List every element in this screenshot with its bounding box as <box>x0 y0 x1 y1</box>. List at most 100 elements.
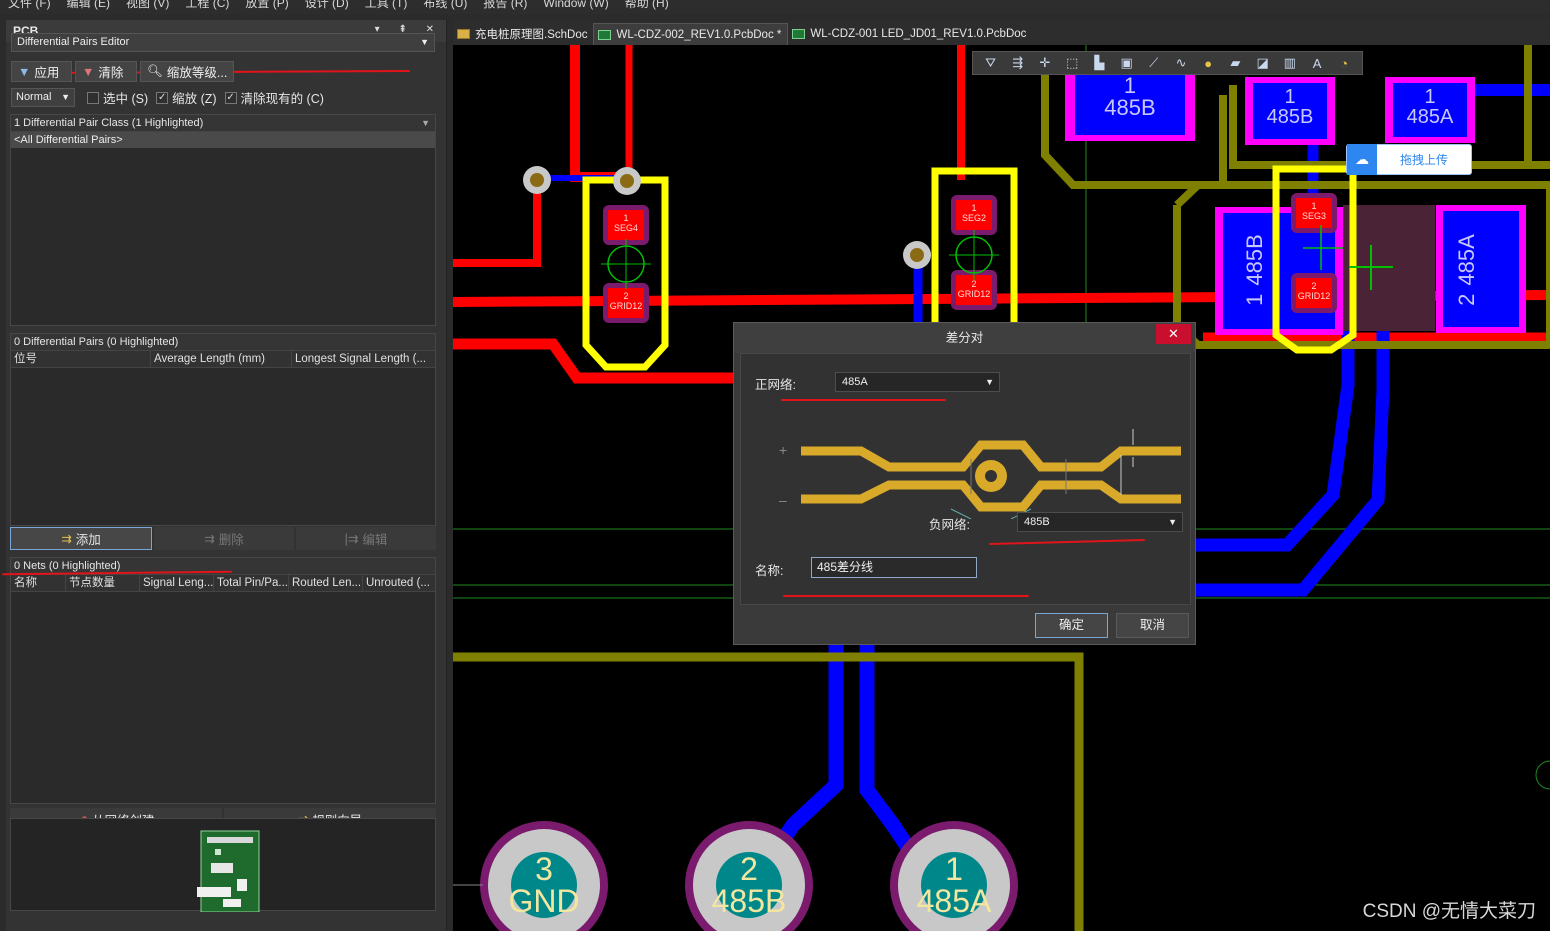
menu-project[interactable]: 工程 (C) <box>177 0 237 9</box>
document-tabs: 充电桩原理图.SchDoc WL-CDZ-002_REV1.0.PcbDoc *… <box>453 21 1550 45</box>
crosshair-icon[interactable]: ✛ <box>1036 55 1054 71</box>
edit-label: 编辑 <box>362 533 388 547</box>
apply-label: 应用 <box>34 66 60 80</box>
tab-pcb-active[interactable]: WL-CDZ-002_REV1.0.PcbDoc * <box>593 23 789 45</box>
ok-button[interactable]: 确定 <box>1035 613 1108 638</box>
pad-seg4-label: 1 SEG4 <box>608 213 644 233</box>
component-icon[interactable]: ▣ <box>1118 55 1136 71</box>
select-checkbox-label: 选中 (S) <box>103 92 149 106</box>
dimension-icon[interactable]: ◪ <box>1254 55 1272 71</box>
red-annotation-stroke <box>783 595 1029 597</box>
col-name[interactable]: 名称 <box>11 575 66 591</box>
magnifier-icon: 🔍︎ <box>147 64 163 78</box>
col-node-count[interactable]: 节点数量 <box>66 575 140 591</box>
col-longest-signal[interactable]: Longest Signal Length (... <box>292 351 435 367</box>
menu-view[interactable]: 视图 (V) <box>118 0 177 9</box>
menu-place[interactable]: 放置 (P) <box>237 0 296 9</box>
col-routed-length[interactable]: Routed Len... <box>289 575 363 591</box>
delete-button[interactable]: ⇉ 删除 <box>154 527 294 550</box>
polygon-icon[interactable]: ▰ <box>1226 55 1244 71</box>
big-pad-number: 2 <box>1454 293 1479 306</box>
pin-icon[interactable]: ● <box>1199 56 1217 71</box>
chart-icon[interactable]: ▥ <box>1281 55 1299 71</box>
filter-button-row: ▼ 应用 ▼ 清除 🔍︎ 缩放等级... <box>11 61 234 82</box>
pair-class-row[interactable]: <All Differential Pairs> <box>11 132 435 148</box>
chevron-down-icon: ▼ <box>985 377 994 387</box>
pcb-doc-icon <box>792 29 806 39</box>
col-unrouted[interactable]: Unrouted (... <box>363 575 435 591</box>
smd-net: 485B <box>1266 106 1314 128</box>
upload-badge[interactable]: ☁ 拖拽上传 <box>1346 144 1472 175</box>
panel-mode-dropdown[interactable]: Differential Pairs Editor ▼ <box>11 33 435 52</box>
select-checkbox[interactable]: 选中 (S) <box>87 88 148 107</box>
diff-pair-illustration: + – <box>779 429 1181 519</box>
menu-edit[interactable]: 编辑 (E) <box>59 0 118 9</box>
menu-tools[interactable]: 工具 (T) <box>357 0 416 9</box>
interactive-route-icon[interactable]: ⇶ <box>1009 55 1027 71</box>
edit-button[interactable]: |⇉ 编辑 <box>296 527 436 550</box>
name-input[interactable]: 485差分线 <box>811 557 977 578</box>
connector-gnd-label: 3 GND <box>494 853 594 917</box>
checkbox-box-checked: ✓ <box>156 91 169 104</box>
chevron-down-icon[interactable]: ▼ <box>421 115 430 132</box>
filter-icon[interactable]: ⛛ <box>982 55 1000 71</box>
checkbox-box <box>87 91 99 104</box>
close-icon[interactable]: ✕ <box>1156 324 1191 344</box>
panel-mode-value: Differential Pairs Editor <box>17 36 130 48</box>
add-label: 添加 <box>75 533 101 547</box>
dialog-title: 差分对 <box>945 331 984 345</box>
col-total-pin[interactable]: Total Pin/Pa... <box>214 575 289 591</box>
dialog-body: 正网络: 485A ▼ + – 负网络: 485B ▼ 名称: 485差分线 <box>740 353 1191 605</box>
pair-class-header: 1 Differential Pair Class (1 Highlighted… <box>11 115 435 132</box>
pad-seg2-label: 1 SEG2 <box>956 203 992 223</box>
pad-grid12-label-2: 2 GRID12 <box>952 279 996 299</box>
checkbox-box-checked: ✓ <box>224 91 237 104</box>
add-button[interactable]: ⇉ 添加 <box>10 527 152 550</box>
zoom-checkbox[interactable]: ✓ 缩放 (Z) <box>156 88 217 107</box>
apply-button[interactable]: ▼ 应用 <box>11 61 72 82</box>
col-signal-length[interactable]: Signal Leng... <box>140 575 214 591</box>
menu-design[interactable]: 设计 (D) <box>297 0 357 9</box>
smd-number: 1 <box>1284 86 1296 108</box>
chevron-down-icon: ▼ <box>420 37 429 47</box>
connector-number: 2 <box>740 851 758 887</box>
text-icon[interactable]: A <box>1308 56 1326 71</box>
route-icon[interactable]: ⟋ <box>1145 55 1163 71</box>
smd-485a-label: 1 485A <box>1393 87 1467 127</box>
diff-pair-route-icon[interactable]: ∿ <box>1172 55 1190 71</box>
zoom-level-button[interactable]: 🔍︎ 缩放等级... <box>140 61 234 82</box>
pad-net: SEG4 <box>613 223 638 233</box>
negative-net-select[interactable]: 485B ▼ <box>1017 512 1183 532</box>
pad-net: SEG3 <box>1301 211 1326 221</box>
arc-icon[interactable]: ◔ <box>1335 56 1353 71</box>
clear-existing-checkbox[interactable]: ✓ 清除现有的 (C) <box>224 88 324 107</box>
pcb-doc-icon <box>598 29 612 40</box>
positive-net-select[interactable]: 485A ▼ <box>835 372 1000 392</box>
tab-pcb-active-label: WL-CDZ-002_REV1.0.PcbDoc * <box>616 28 782 41</box>
altium-window: 文件 (F) 编辑 (E) 视图 (V) 工程 (C) 放置 (P) 设计 (D… <box>0 0 1550 931</box>
connector-net: 485B <box>711 883 787 919</box>
pad-net: GRID12 <box>609 301 643 311</box>
col-designator[interactable]: 位号 <box>11 351 151 367</box>
cancel-button[interactable]: 取消 <box>1116 613 1189 638</box>
zoom-checkbox-label: 缩放 (Z) <box>172 92 217 106</box>
chevron-down-icon: ▼ <box>1168 517 1177 527</box>
pad-seg3-label: 1 SEG3 <box>1296 201 1332 221</box>
clear-button[interactable]: ▼ 清除 <box>75 61 137 82</box>
tab-pcb-led[interactable]: WL-CDZ-001 LED_JD01_REV1.0.PcbDoc <box>788 23 1032 45</box>
connector-net: GND <box>508 883 580 919</box>
menu-file[interactable]: 文件 (F) <box>0 0 59 9</box>
plus-sign: + <box>779 442 787 458</box>
net-list-columns: 名称 节点数量 Signal Leng... Total Pin/Pa... R… <box>11 575 435 592</box>
tab-schematic[interactable]: 充电桩原理图.SchDoc <box>453 23 593 45</box>
view-mode-select[interactable]: Normal ▼ <box>11 88 75 107</box>
menu-window[interactable]: Window (W) <box>535 0 616 9</box>
board-preview[interactable] <box>10 818 436 913</box>
menu-help[interactable]: 帮助 (H) <box>617 0 677 9</box>
col-average-length[interactable]: Average Length (mm) <box>151 351 292 367</box>
menu-route[interactable]: 布线 (U) <box>415 0 475 9</box>
menu-reports[interactable]: 报告 (R) <box>475 0 535 9</box>
minus-sign: – <box>779 492 787 508</box>
select-rect-icon[interactable]: ⬚ <box>1063 55 1081 71</box>
align-icon[interactable]: ▙ <box>1090 55 1108 71</box>
